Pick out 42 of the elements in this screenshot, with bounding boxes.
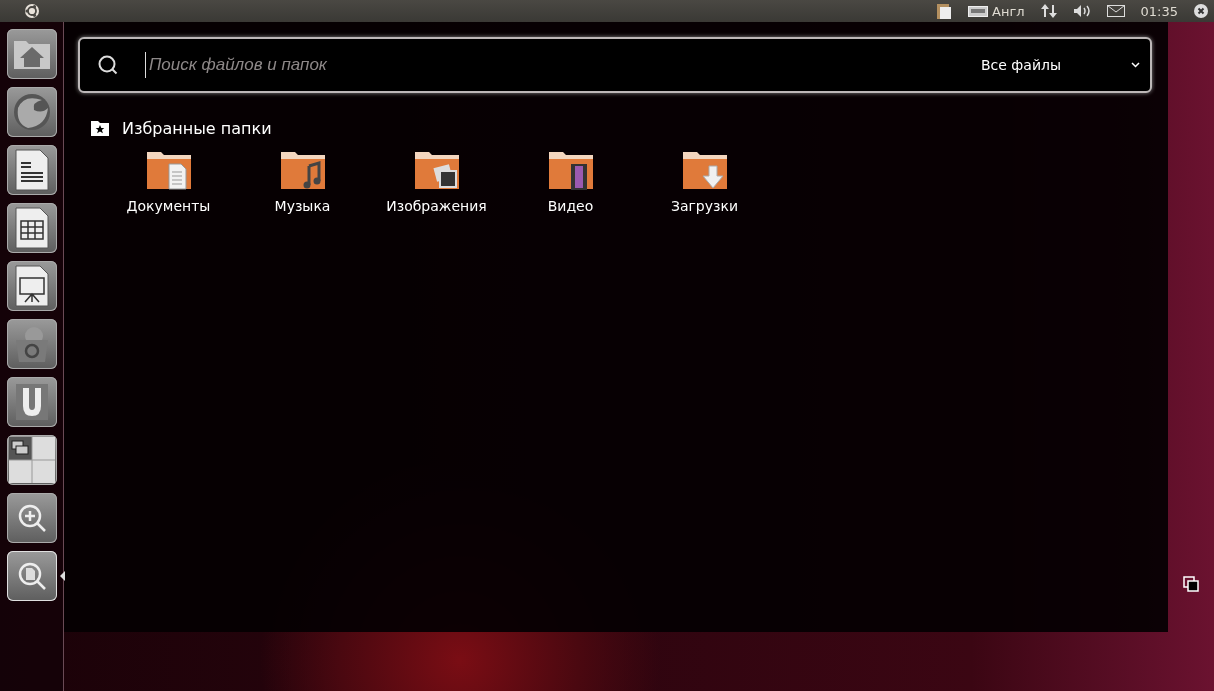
chevron-down-icon xyxy=(1131,62,1140,68)
clock-time[interactable]: 01:35 xyxy=(1140,3,1178,19)
launcher-item[interactable] xyxy=(6,261,57,311)
mail-icon[interactable] xyxy=(1106,5,1125,17)
launcher-item[interactable] xyxy=(6,319,57,369)
volume-icon[interactable] xyxy=(1072,4,1091,18)
folder-icon[interactable] xyxy=(412,150,461,192)
globe-icon xyxy=(11,92,52,132)
folder-icon[interactable] xyxy=(278,150,327,192)
letter-u-icon xyxy=(13,382,50,422)
keyboard-icon[interactable] xyxy=(968,5,988,17)
keyboard-layout-label[interactable]: Англ xyxy=(992,3,1025,19)
folder-star-icon xyxy=(90,120,110,137)
search-input[interactable]: Поиск файлов и папок xyxy=(145,52,981,78)
launcher-item[interactable] xyxy=(6,435,57,485)
search-field[interactable]: Поиск файлов и папок Все файлы xyxy=(78,37,1152,93)
launcher-item[interactable] xyxy=(6,203,57,253)
resize-handle-icon[interactable] xyxy=(1183,576,1199,592)
spreadsheet-icon xyxy=(14,207,49,249)
network-arrows-icon[interactable] xyxy=(1040,3,1057,19)
folder-name[interactable]: Музыка xyxy=(274,198,331,214)
ubuntu-logo-icon[interactable] xyxy=(24,3,40,19)
launcher-item[interactable] xyxy=(6,377,57,427)
folder-icon[interactable] xyxy=(144,150,193,192)
launcher-item[interactable] xyxy=(6,145,57,195)
folder-name[interactable]: Загрузки xyxy=(670,198,739,214)
clipboard-icon[interactable] xyxy=(936,2,952,20)
document-icon xyxy=(14,149,49,191)
launcher-item[interactable] xyxy=(6,493,57,543)
folder-name[interactable]: Видео xyxy=(547,198,594,214)
folder-name[interactable]: Изображения xyxy=(386,198,487,214)
folder-icon[interactable] xyxy=(680,150,729,192)
launcher-item[interactable] xyxy=(6,29,57,79)
workspaces-icon xyxy=(8,437,55,483)
presentation-icon xyxy=(14,265,49,307)
folder-name[interactable]: Документы xyxy=(126,198,211,214)
section-title: Избранные папки xyxy=(122,119,272,138)
filter-dropdown[interactable]: Все файлы xyxy=(981,57,1150,73)
launcher-item[interactable] xyxy=(6,87,57,137)
folder-icon[interactable] xyxy=(546,150,595,192)
search-icon xyxy=(97,54,119,76)
power-icon[interactable] xyxy=(1194,4,1208,18)
